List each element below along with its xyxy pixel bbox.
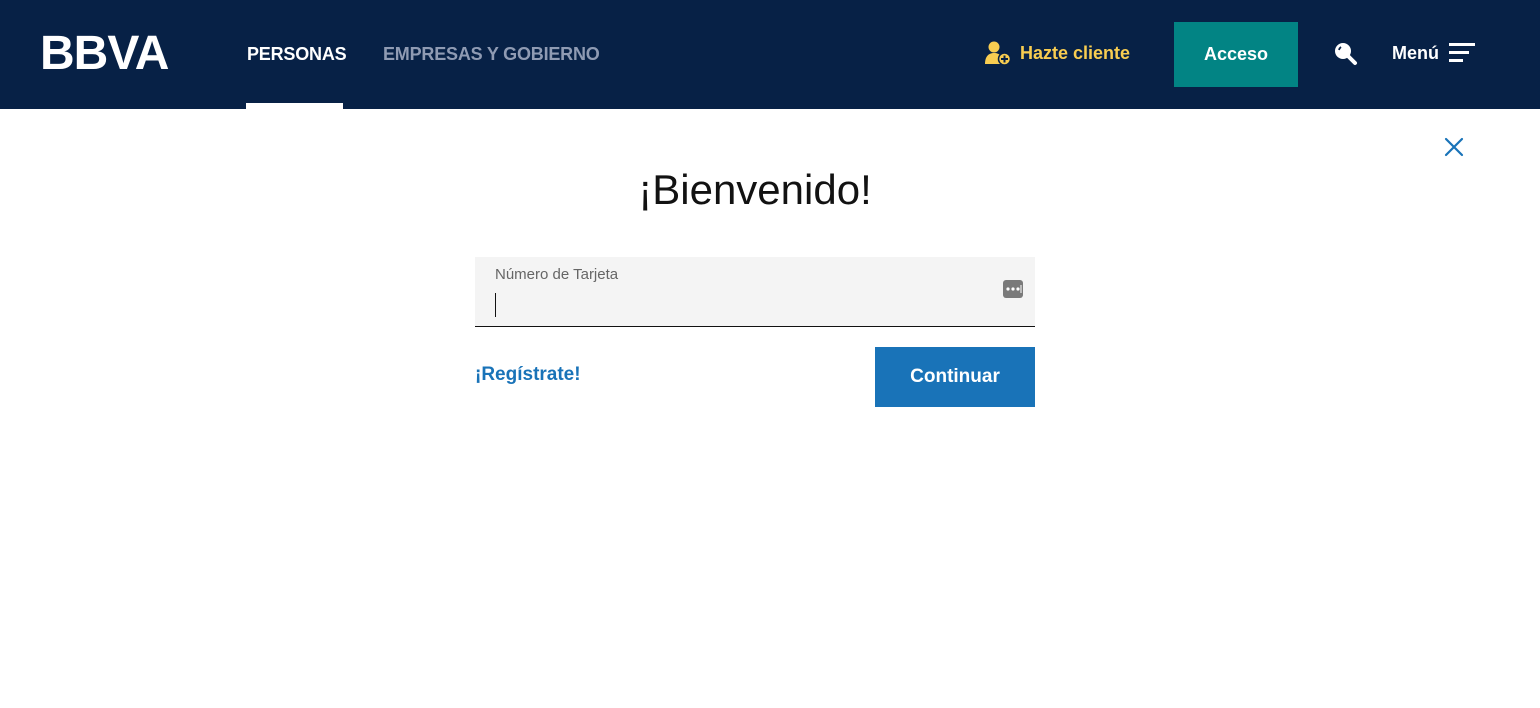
tab-personas-label: PERSONAS bbox=[247, 44, 347, 64]
hazte-cliente-label: Hazte cliente bbox=[1020, 42, 1131, 63]
password-dots-icon[interactable] bbox=[1003, 279, 1023, 299]
search-icon[interactable] bbox=[1332, 40, 1358, 66]
card-number-field[interactable]: Número de Tarjeta bbox=[475, 257, 1035, 327]
hazte-cliente-link[interactable]: Hazte cliente bbox=[984, 38, 1130, 68]
text-caret bbox=[495, 293, 496, 317]
active-tab-indicator bbox=[246, 103, 343, 109]
card-number-label: Número de Tarjeta bbox=[495, 266, 619, 283]
continue-button[interactable]: Continuar bbox=[875, 347, 1035, 407]
menu-label: Menú bbox=[1392, 42, 1439, 63]
close-icon[interactable] bbox=[1443, 136, 1465, 158]
hamburger-icon bbox=[1449, 43, 1475, 62]
welcome-title: ¡Bienvenido! bbox=[638, 166, 872, 213]
acceso-button[interactable]: Acceso bbox=[1174, 22, 1298, 87]
bbva-logo[interactable]: BBVA bbox=[40, 28, 208, 80]
tab-personas[interactable]: PERSONAS bbox=[247, 0, 347, 109]
tab-empresas-y-gobierno[interactable]: EMPRESAS Y GOBIERNO bbox=[383, 0, 600, 109]
card-number-input[interactable] bbox=[493, 289, 993, 319]
register-link[interactable]: ¡Regístrate! bbox=[475, 364, 581, 386]
tab-empresas-label: EMPRESAS Y GOBIERNO bbox=[383, 44, 600, 64]
top-navigation-bar: BBVA PERSONAS EMPRESAS Y GOBIERNO Hazte … bbox=[0, 0, 1540, 109]
user-plus-icon bbox=[985, 41, 1012, 66]
menu-button[interactable]: Menú bbox=[1392, 38, 1475, 68]
